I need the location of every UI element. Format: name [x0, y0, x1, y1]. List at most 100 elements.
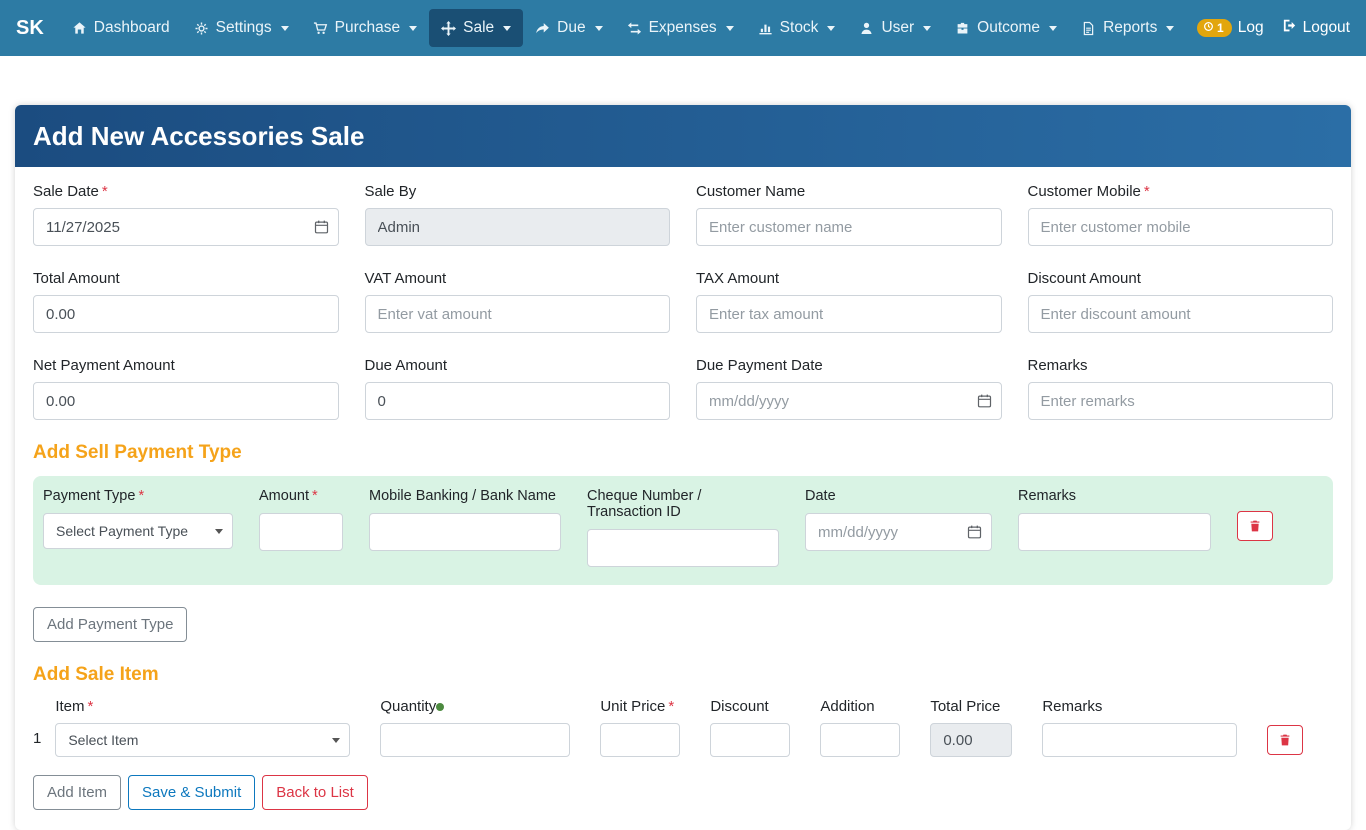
- sale-date-label: Sale Date*: [33, 183, 339, 200]
- nav-item-stock[interactable]: Stock: [746, 9, 848, 47]
- required-asterisk: *: [668, 698, 674, 715]
- remarks-field: Remarks: [1028, 357, 1334, 420]
- calendar-icon[interactable]: [967, 525, 982, 540]
- chevron-down-icon: [827, 26, 835, 31]
- clock-icon: [1203, 21, 1214, 35]
- nav-item-settings[interactable]: Settings: [182, 9, 301, 47]
- add-sale-card: Add New Accessories Sale Sale Date* Sale…: [15, 105, 1351, 830]
- nav-item-outcome[interactable]: Outcome: [943, 9, 1069, 47]
- payment-date-field: Date: [805, 488, 992, 551]
- item-addition-label: Addition: [820, 698, 900, 715]
- nav-label: Dashboard: [94, 19, 170, 37]
- nav-item-dashboard[interactable]: Dashboard: [60, 9, 182, 47]
- payment-amount-label: Amount*: [259, 488, 343, 504]
- top-navbar: SK Dashboard Settings Purchase Sale Due: [0, 0, 1366, 56]
- customer-name-input[interactable]: [696, 208, 1002, 246]
- vat-amount-field: VAT Amount: [365, 270, 671, 333]
- chevron-down-icon: [1166, 26, 1174, 31]
- vat-amount-input[interactable]: [365, 295, 671, 333]
- add-item-button[interactable]: Add Item: [33, 775, 121, 810]
- remarks-input[interactable]: [1028, 382, 1334, 420]
- log-label: Log: [1238, 19, 1264, 37]
- due-amount-input[interactable]: [365, 382, 671, 420]
- add-payment-type-button[interactable]: Add Payment Type: [33, 607, 187, 642]
- sale-date-input[interactable]: [33, 208, 339, 246]
- back-to-list-button[interactable]: Back to List: [262, 775, 368, 810]
- chevron-down-icon: [923, 26, 931, 31]
- arrows-move-icon: [441, 21, 456, 36]
- calendar-icon[interactable]: [314, 220, 329, 235]
- payment-date-label: Date: [805, 488, 992, 504]
- nav-label: Expenses: [649, 19, 717, 37]
- log-link[interactable]: 1 Log: [1197, 19, 1264, 37]
- nav-label: Purchase: [335, 19, 400, 37]
- cheque-number-input[interactable]: [587, 529, 779, 567]
- due-payment-date-input[interactable]: [696, 382, 1002, 420]
- save-submit-button[interactable]: Save & Submit: [128, 775, 255, 810]
- report-file-icon: [1081, 21, 1096, 36]
- exchange-icon: [627, 21, 642, 36]
- item-addition-input[interactable]: [820, 723, 900, 757]
- due-payment-date-label: Due Payment Date: [696, 357, 1002, 374]
- total-amount-label: Total Amount: [33, 270, 339, 287]
- item-select[interactable]: Select Item: [55, 723, 350, 757]
- delete-payment-row-button[interactable]: [1237, 511, 1273, 541]
- bar-chart-icon: [758, 21, 773, 36]
- quantity-input[interactable]: [380, 723, 570, 757]
- nav-item-expenses[interactable]: Expenses: [615, 9, 746, 47]
- log-count: 1: [1217, 21, 1224, 35]
- payment-remarks-label: Remarks: [1018, 488, 1211, 504]
- home-icon: [72, 21, 87, 36]
- user-icon: [859, 21, 874, 36]
- payment-remarks-input[interactable]: [1018, 513, 1211, 551]
- sale-item-row: 1 Item* Select Item Quantity Unit Price*…: [33, 698, 1333, 757]
- vat-amount-label: VAT Amount: [365, 270, 671, 287]
- payment-type-field: Payment Type* Select Payment Type: [43, 488, 233, 549]
- delete-item-row-button[interactable]: [1267, 725, 1303, 755]
- bank-name-input[interactable]: [369, 513, 561, 551]
- bottom-actions: Add Item Save & Submit Back to List: [33, 775, 1333, 810]
- payment-type-select[interactable]: Select Payment Type: [43, 513, 233, 549]
- nav-item-sale[interactable]: Sale: [429, 9, 523, 47]
- trash-icon: [1248, 521, 1262, 536]
- item-discount-label: Discount: [710, 698, 790, 715]
- required-asterisk: *: [88, 698, 94, 715]
- due-amount-field: Due Amount: [365, 357, 671, 420]
- unit-price-input[interactable]: [600, 723, 680, 757]
- sale-by-label: Sale By: [365, 183, 671, 200]
- page-title: Add New Accessories Sale: [33, 121, 364, 152]
- payment-date-input[interactable]: [805, 513, 992, 551]
- item-discount-input[interactable]: [710, 723, 790, 757]
- nav-item-due[interactable]: Due: [523, 9, 614, 47]
- unit-price-field: Unit Price*: [600, 698, 680, 757]
- payment-type-panel: Payment Type* Select Payment Type Amount…: [33, 476, 1333, 585]
- item-remarks-input[interactable]: [1042, 723, 1237, 757]
- payment-section-heading: Add Sell Payment Type: [33, 442, 1333, 464]
- net-payment-amount-input[interactable]: [33, 382, 339, 420]
- brand-logo[interactable]: SK: [16, 17, 44, 40]
- remarks-label: Remarks: [1028, 357, 1334, 374]
- cheque-number-label: Cheque Number / Transaction ID: [587, 488, 779, 520]
- sale-form-grid: Sale Date* Sale By Customer Name Custome…: [33, 183, 1333, 420]
- total-amount-field: Total Amount: [33, 270, 339, 333]
- total-amount-input[interactable]: [33, 295, 339, 333]
- customer-mobile-input[interactable]: [1028, 208, 1334, 246]
- nav-item-user[interactable]: User: [847, 9, 943, 47]
- payment-amount-input[interactable]: [259, 513, 343, 551]
- tax-amount-input[interactable]: [696, 295, 1002, 333]
- total-price-input: [930, 723, 1012, 757]
- nav-item-purchase[interactable]: Purchase: [301, 9, 429, 47]
- quantity-label: Quantity: [380, 698, 570, 715]
- navbar-right: 1 Log Logout: [1197, 18, 1350, 38]
- nav-item-reports[interactable]: Reports: [1069, 9, 1186, 47]
- nav-label: Reports: [1103, 19, 1157, 37]
- quantity-field: Quantity: [380, 698, 570, 757]
- total-price-field: Total Price: [930, 698, 1012, 757]
- customer-mobile-field: Customer Mobile*: [1028, 183, 1334, 246]
- bank-name-field: Mobile Banking / Bank Name: [369, 488, 561, 551]
- chevron-down-icon: [726, 26, 734, 31]
- calendar-icon[interactable]: [977, 394, 992, 409]
- logout-link[interactable]: Logout: [1282, 18, 1350, 38]
- trash-icon: [1278, 735, 1292, 750]
- discount-amount-input[interactable]: [1028, 295, 1334, 333]
